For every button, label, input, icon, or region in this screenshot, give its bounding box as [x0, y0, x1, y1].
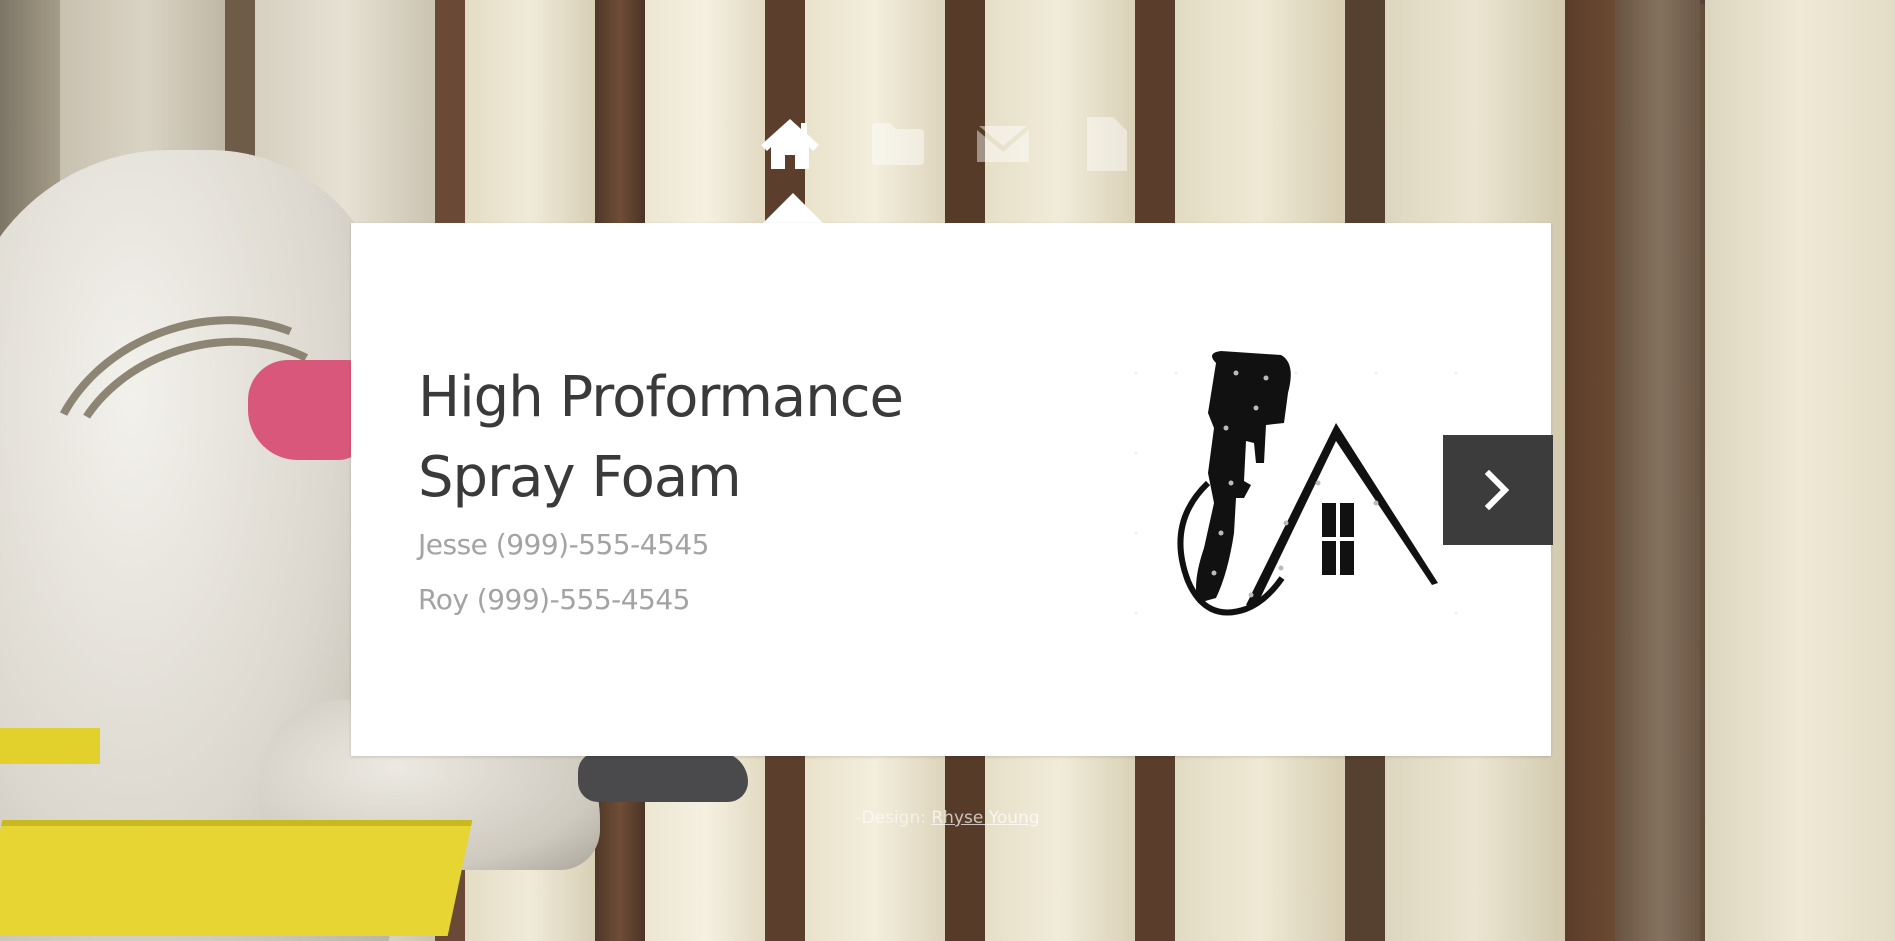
nav-contact[interactable]: [968, 112, 1038, 176]
nav-home[interactable]: [755, 112, 825, 176]
bg-stud: [1565, 0, 1615, 941]
envelope-icon: [977, 126, 1029, 162]
design-credit: -Design: Rhyse Young: [0, 808, 1895, 828]
next-slide-button[interactable]: [1443, 435, 1553, 545]
bg-yellow-tool: [0, 820, 473, 936]
contact-roy: Roy (999)-555-4545: [418, 583, 691, 616]
contact-jesse: Jesse (999)-555-4545: [418, 528, 710, 561]
intro-panel: High Proformance Spray Foam Jesse (999)-…: [351, 223, 1553, 756]
document-icon: [1087, 117, 1127, 171]
chevron-right-icon: [1484, 470, 1510, 510]
bg-stud: [1615, 0, 1705, 941]
nav-document[interactable]: [1072, 112, 1142, 176]
bg-yellow-tool: [0, 728, 100, 764]
bg-glove: [578, 752, 748, 802]
home-icon: [761, 119, 819, 169]
nav-active-pointer: [763, 193, 823, 223]
page-title: High Proformance Spray Foam: [418, 358, 1018, 518]
nav-folder[interactable]: [863, 112, 933, 176]
folder-icon: [872, 123, 924, 165]
title-line-1: High Proformance: [418, 365, 904, 430]
bg-foam: [1705, 0, 1895, 941]
design-credit-prefix: -Design:: [855, 808, 932, 828]
title-line-2: Spray Foam: [418, 445, 742, 510]
designer-link[interactable]: Rhyse Young: [931, 808, 1039, 828]
